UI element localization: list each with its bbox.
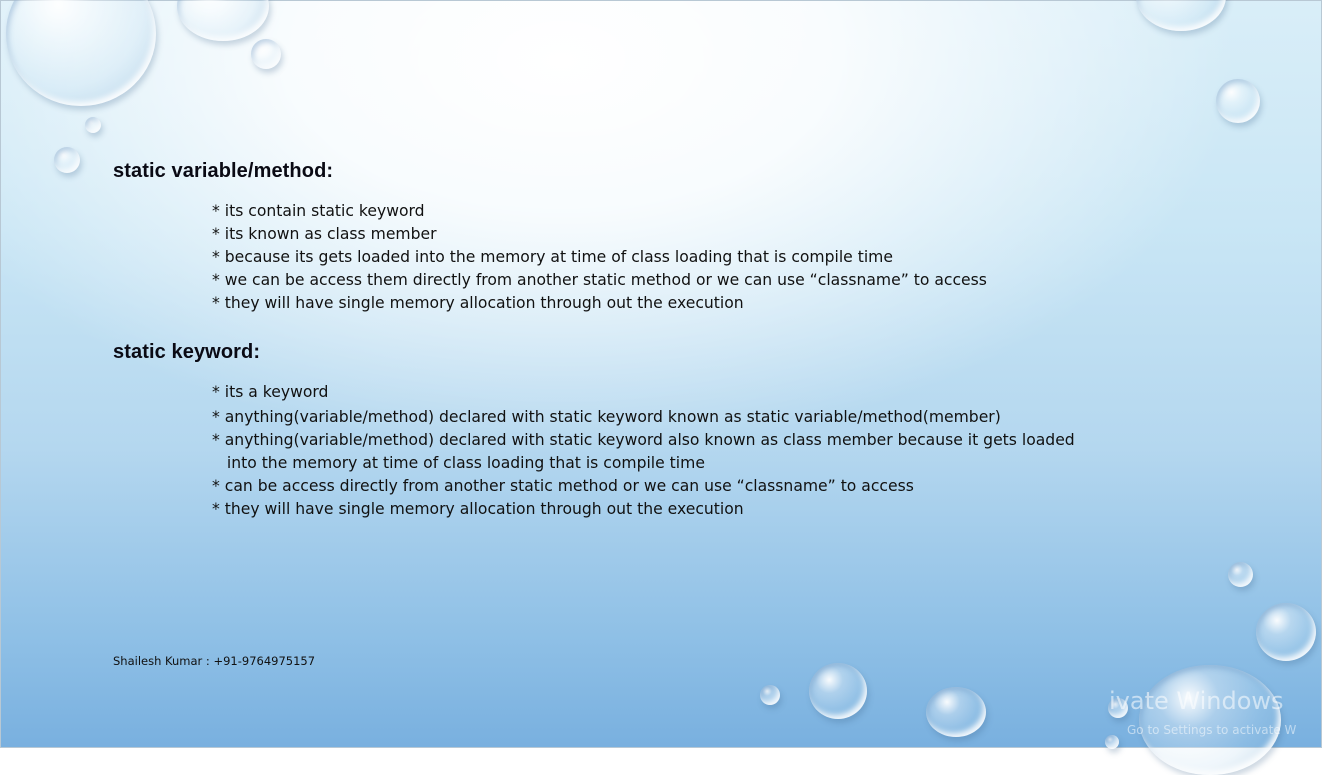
water-drop-decoration <box>54 147 80 173</box>
water-drop-decoration <box>1256 603 1316 661</box>
water-drop-decoration <box>1136 0 1226 31</box>
section-heading-static-variable: static variable/method: <box>113 160 334 182</box>
list-item: * its contain static keyword <box>212 202 425 220</box>
bullet-list-static-keyword: * its a keyword * anything(variable/meth… <box>212 381 1075 521</box>
list-item: * anything(variable/method) declared wit… <box>212 408 1001 426</box>
footer-contact: Shailesh Kumar : +91-9764975157 <box>113 654 316 668</box>
list-item: into the memory at time of class loading… <box>212 454 705 472</box>
water-drop-decoration <box>1228 562 1253 587</box>
list-item: * we can be access them directly from an… <box>212 271 987 289</box>
bullet-list-static-variable: * its contain static keyword * its known… <box>212 200 987 315</box>
activation-watermark: ivate Windows <box>1109 687 1284 715</box>
water-drop-decoration <box>85 117 101 133</box>
list-item: * because its gets loaded into the memor… <box>212 248 893 266</box>
list-item: * can be access directly from another st… <box>212 477 914 495</box>
list-item: * they will have single memory allocatio… <box>212 294 744 312</box>
water-drop-decoration <box>809 663 867 719</box>
water-drop-decoration <box>1105 735 1119 749</box>
list-item: * its a keyword <box>212 383 329 401</box>
section-heading-static-keyword: static keyword: <box>113 341 261 363</box>
water-drop-decoration <box>926 687 986 737</box>
list-item: * they will have single memory allocatio… <box>212 500 744 518</box>
water-drop-decoration <box>6 0 156 106</box>
water-drop-decoration <box>251 39 281 69</box>
list-item: * anything(variable/method) declared wit… <box>212 431 1075 449</box>
water-drop-decoration <box>1216 79 1260 123</box>
activation-watermark-subtext: Go to Settings to activate W <box>1127 723 1297 737</box>
water-drop-decoration <box>177 0 269 41</box>
water-drop-decoration <box>760 685 780 705</box>
water-drop-decoration <box>1139 665 1281 775</box>
list-item: * its known as class member <box>212 225 437 243</box>
slide: static variable/method: * its contain st… <box>0 0 1322 775</box>
